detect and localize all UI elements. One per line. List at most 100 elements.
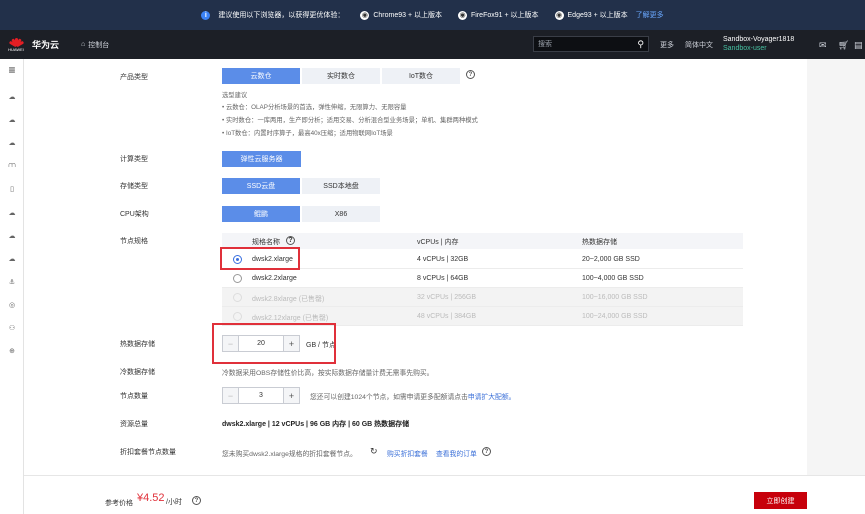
user-name: Sandbox-Voyager1818	[723, 36, 795, 43]
selection-tip: • IoT数仓：内置时序算子，最高40x压缩；适用物联网IoT场景	[222, 130, 393, 137]
message-icon[interactable]: ✉	[819, 40, 827, 51]
spec-name: dwsk2.12xlarge (已售罄)	[252, 315, 329, 322]
price-unit: /小时	[166, 499, 182, 506]
bridge-icon[interactable]: ⩋	[5, 159, 19, 173]
language-menu[interactable]: 简体中文	[685, 40, 713, 50]
help-icon[interactable]: ?	[286, 236, 295, 245]
spec-name: dwsk2.2xlarge	[252, 275, 297, 282]
user-role: Sandbox-user	[723, 45, 767, 52]
help-icon[interactable]: ?	[466, 70, 475, 79]
cloud-icon[interactable]: ☁	[5, 136, 19, 150]
logo-caption: HUAWEI	[8, 47, 24, 52]
hot-storage-label: 热数据存储	[120, 341, 155, 348]
resources-label: 资源总量	[120, 421, 148, 428]
node-count-stepper[interactable]: − 3 +	[222, 387, 300, 404]
globe-icon[interactable]: ⊕	[5, 344, 19, 358]
column-header: 规格名称	[252, 239, 280, 246]
search-icon[interactable]: ⚲	[637, 39, 644, 50]
decrement-button[interactable]: −	[223, 388, 238, 403]
cpu-arch-x86[interactable]: X86	[302, 206, 380, 222]
huawei-logo[interactable]: HUAWEI	[4, 33, 28, 57]
more-menu[interactable]: 更多	[660, 40, 674, 50]
my-orders-link[interactable]: 查看我的订单	[436, 448, 477, 458]
menu-icon[interactable]: ≡	[5, 63, 19, 77]
highlight-box	[212, 323, 336, 364]
spec-storage: 100~16,000 GB SSD	[582, 294, 648, 301]
anchor-icon[interactable]: ⚓	[5, 275, 19, 289]
radio-button-disabled	[233, 312, 242, 321]
spec-vcpu-memory: 48 vCPUs | 384GB	[417, 313, 477, 320]
learn-more-link[interactable]: 了解更多	[636, 10, 664, 20]
edge-icon: ◉	[554, 10, 564, 20]
chrome-icon: ◉	[360, 10, 370, 20]
cpu-arch-label: CPU架构	[120, 211, 149, 218]
selection-tip: • 云数仓：OLAP分析场景的首选，弹性伸缩，无限算力、无限容量	[222, 104, 407, 111]
notice-edge: Edge93 + 以上版本	[567, 12, 628, 19]
spec-storage: 100~24,000 GB SSD	[582, 313, 648, 320]
radio-button[interactable]	[233, 274, 242, 283]
cloud-icon[interactable]: ☁	[5, 206, 19, 220]
discount-label: 折扣套餐节点数量	[120, 449, 176, 456]
search-input[interactable]: 搜索 ⚲	[533, 36, 649, 52]
create-now-button[interactable]: 立即创建	[754, 492, 807, 509]
notice-text: 建议使用以下浏览器，以获得更优体验：	[218, 12, 345, 19]
compute-type-ecs[interactable]: 弹性云服务器	[222, 151, 301, 167]
price-footer: 参考价格 ¥4.52 /小时 ? 立即创建	[24, 475, 865, 514]
cart-icon[interactable]: 🛒︎	[838, 40, 849, 51]
price-label: 参考价格	[105, 500, 133, 507]
service-sidebar: ≡ ☁ ☁ ☁ ⩋ ▯ ☁ ☁ ☁ ⚓ ◎ ⚇ ⊕	[0, 59, 24, 514]
spec-storage: 100~4,000 GB SSD	[582, 275, 644, 282]
product-type-iot-dw[interactable]: IoT数仓	[382, 68, 460, 84]
selection-tips-title: 选型建议	[222, 92, 248, 99]
compass-icon[interactable]: ◎	[5, 298, 19, 312]
spec-vcpu-memory: 4 vCPUs | 32GB	[417, 256, 469, 263]
top-navigation-bar: HUAWEI 华为云 ⌂ 控制台 搜索 ⚲ 更多 简体中文 Sandbox-Vo…	[0, 30, 865, 59]
price-value: ¥4.52	[137, 492, 165, 504]
buy-discount-link[interactable]: 购买折扣套餐	[387, 448, 428, 458]
storage-type-ssd-cloud[interactable]: SSD云盘	[222, 178, 300, 194]
file-icon[interactable]: ▯	[5, 182, 19, 196]
notice-chrome: Chrome93 + 以上版本	[373, 12, 443, 19]
user-account-menu[interactable]: Sandbox-Voyager1818 Sandbox-user	[723, 35, 794, 53]
browser-notice-bar: i 建议使用以下浏览器，以获得更优体验： ◉ Chrome93 + 以上版本 ◉ F…	[0, 0, 865, 30]
storage-type-ssd-local[interactable]: SSD本地盘	[302, 178, 380, 194]
resources-value: dwsk2.xlarge | 12 vCPUs | 96 GB 内存 | 60 …	[222, 421, 410, 428]
node-count-input[interactable]: 3	[238, 388, 284, 403]
column-header: 热数据存储	[582, 239, 617, 246]
brand-name[interactable]: 华为云	[32, 38, 59, 51]
apply-quota-link[interactable]: 申请扩大配额。	[468, 394, 516, 401]
help-icon[interactable]: ?	[482, 447, 491, 456]
product-type-realtime-dw[interactable]: 实时数仓	[302, 68, 380, 84]
info-icon: i	[201, 10, 211, 20]
console-link[interactable]: ⌂ 控制台	[81, 40, 109, 50]
cloud-icon[interactable]: ☁	[5, 229, 19, 243]
table-row-disabled: dwsk2.8xlarge (已售罄) 32 vCPUs | 256GB 100…	[222, 288, 743, 307]
cloud-icon[interactable]: ☁	[5, 252, 19, 266]
create-cluster-form: 产品类型 云数仓 实时数仓 IoT数仓 ? 选型建议 • 云数仓：OLAP分析场…	[24, 59, 807, 475]
compute-type-label: 计算类型	[120, 156, 148, 163]
discount-text: 您未购买dwsk2.xlarge规格的折扣套餐节点。	[222, 451, 357, 458]
node-spec-label: 节点规格	[120, 238, 148, 245]
column-header: vCPUs | 内存	[417, 239, 459, 246]
document-icon[interactable]: ▤	[854, 40, 863, 51]
storage-type-label: 存储类型	[120, 183, 148, 190]
spec-vcpu-memory: 32 vCPUs | 256GB	[417, 294, 477, 301]
table-row[interactable]: dwsk2.xlarge 4 vCPUs | 32GB 20~2,000 GB …	[222, 250, 743, 269]
refresh-icon[interactable]: ↻	[370, 446, 378, 457]
increment-button[interactable]: +	[284, 388, 299, 403]
table-header: 规格名称 ? vCPUs | 内存 热数据存储	[222, 233, 743, 249]
table-row[interactable]: dwsk2.2xlarge 8 vCPUs | 64GB 100~4,000 G…	[222, 269, 743, 288]
product-type-cloud-dw[interactable]: 云数仓	[222, 68, 300, 84]
radio-button-disabled	[233, 293, 242, 302]
cloud-icon[interactable]: ☁	[5, 113, 19, 127]
cpu-arch-kunpeng[interactable]: 鲲鹏	[222, 206, 300, 222]
home-icon: ⌂	[81, 41, 86, 48]
help-icon[interactable]: ?	[192, 496, 201, 505]
scroll-area	[807, 59, 865, 475]
search-placeholder: 搜索	[538, 41, 552, 48]
product-type-label: 产品类型	[120, 74, 148, 81]
spec-storage: 20~2,000 GB SSD	[582, 256, 640, 263]
cloud-icon[interactable]: ☁	[5, 90, 19, 104]
console-label: 控制台	[88, 41, 110, 49]
users-icon[interactable]: ⚇	[5, 321, 19, 335]
